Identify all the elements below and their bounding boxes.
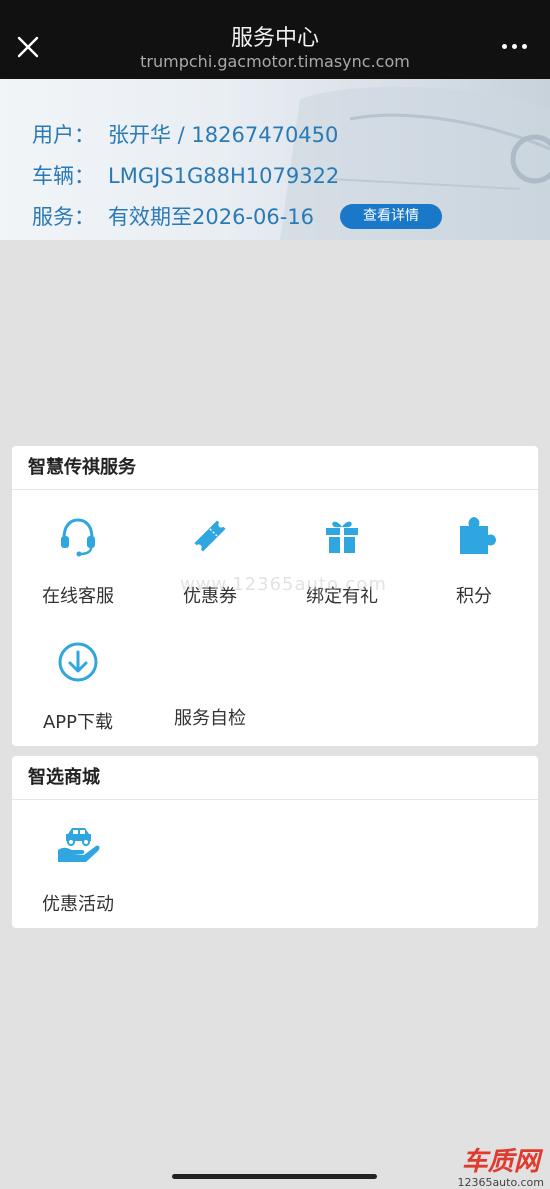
service-item-app-download[interactable]: APP下载	[12, 640, 144, 734]
view-details-button[interactable]: 查看详情	[340, 204, 442, 229]
logo-text: 车质网	[461, 1147, 540, 1177]
services-card: 智慧传祺服务 在线客服 优惠券 绑定有礼 积分 APP下载 服务自检	[12, 446, 538, 746]
service-value: 有效期至2026-06-16	[108, 205, 315, 229]
more-icon[interactable]	[502, 44, 528, 52]
service-item-label: APP下载	[42, 712, 114, 733]
home-indicator[interactable]	[172, 1174, 377, 1179]
watermark: www.12365auto.com	[180, 574, 387, 595]
nav-bar: 服务中心 trumpchi.gacmotor.timasync.com	[0, 0, 550, 79]
mall-card: 智选商城 优惠活动	[12, 756, 538, 928]
page-title: 服务中心	[230, 26, 319, 51]
service-item-points[interactable]: 积分	[408, 514, 540, 608]
service-item-label: 服务自检	[174, 708, 246, 729]
service-label: 服务：	[32, 205, 95, 229]
vehicle-info: 车辆： LMGJS1G88H1079322	[32, 160, 339, 190]
ticket-icon	[194, 520, 226, 552]
logo-domain: 12365auto.com	[457, 1176, 544, 1189]
gift-icon	[326, 521, 358, 553]
vehicle-value: LMGJS1G88H1079322	[108, 164, 340, 188]
service-item-online-support[interactable]: 在线客服	[12, 514, 144, 608]
user-info: 用户： 张开华 / 18267470450	[32, 119, 338, 149]
service-item-label: 积分	[456, 586, 492, 607]
vehicle-label: 车辆：	[32, 164, 95, 188]
blank-icon	[188, 640, 232, 684]
site-logo: 车质网 12365auto.com	[457, 1148, 544, 1189]
download-icon	[58, 642, 98, 682]
mall-item-promotions[interactable]: 优惠活动	[12, 822, 144, 916]
headset-icon	[61, 518, 95, 557]
car-in-hand-icon	[58, 828, 100, 862]
service-info: 服务： 有效期至2026-06-16	[32, 201, 314, 231]
puzzle-icon	[460, 517, 496, 554]
user-value: 张开华 / 18267470450	[108, 123, 339, 147]
services-title: 智慧传祺服务	[12, 446, 538, 490]
mall-title: 智选商城	[12, 756, 538, 800]
service-item-self-check[interactable]: 服务自检	[144, 640, 276, 730]
mall-item-label: 优惠活动	[42, 894, 114, 915]
service-item-label: 在线客服	[42, 586, 114, 607]
user-label: 用户：	[32, 123, 95, 147]
page-url: trumpchi.gacmotor.timasync.com	[140, 52, 410, 71]
